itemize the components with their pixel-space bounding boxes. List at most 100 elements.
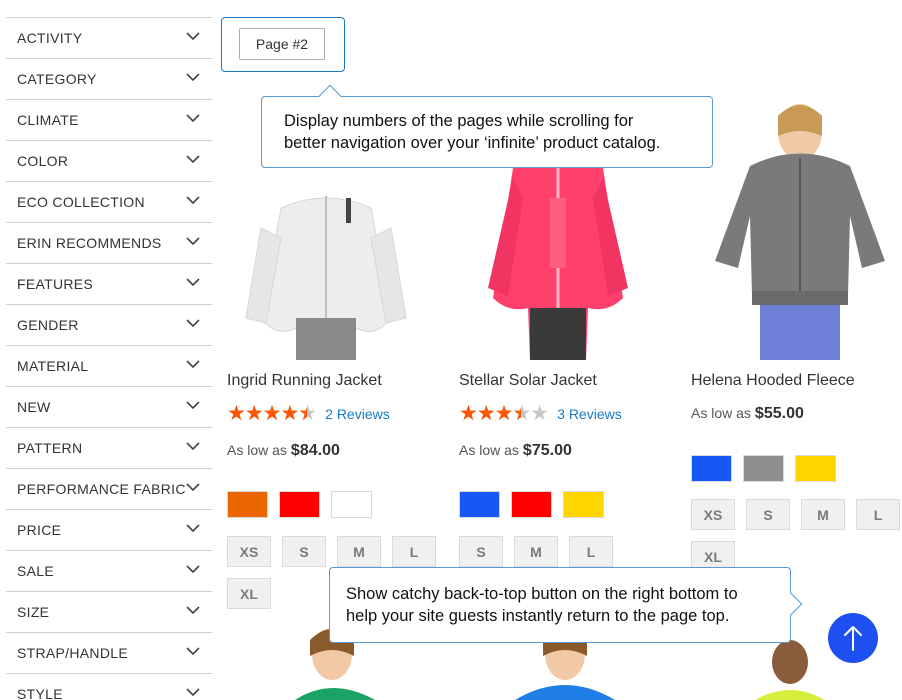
color-swatch[interactable] — [563, 491, 604, 518]
filter-gender[interactable]: GENDER — [6, 304, 212, 345]
color-swatches — [227, 491, 372, 518]
filter-label: ECO COLLECTION — [17, 194, 145, 210]
reviews-link[interactable]: 2 Reviews — [325, 406, 390, 422]
filter-label: SALE — [17, 563, 54, 579]
page-number-marker: Page #2 — [221, 17, 345, 72]
product-name[interactable]: Stellar Solar Jacket — [459, 372, 597, 390]
tooltip-line: Show catchy back-to-top button on the ri… — [346, 585, 738, 603]
size-option[interactable]: M — [514, 536, 558, 567]
filter-label: NEW — [17, 399, 51, 415]
filter-performance-fabric[interactable]: PERFORMANCE FABRIC — [6, 468, 212, 509]
chevron-down-icon — [186, 155, 200, 165]
filter-features[interactable]: FEATURES — [6, 263, 212, 304]
price-prefix: As low as — [227, 442, 287, 458]
product-image-row3-3[interactable] — [750, 640, 830, 700]
chevron-down-icon — [186, 524, 200, 534]
filter-sale[interactable]: SALE — [6, 550, 212, 591]
chevron-down-icon — [186, 483, 200, 493]
rating-fill: ★★★★★ — [227, 403, 307, 424]
color-swatch[interactable] — [227, 491, 268, 518]
chevron-down-icon — [186, 32, 200, 42]
filter-label: PATTERN — [17, 440, 83, 456]
product-image-stellar-solar-jacket[interactable] — [458, 168, 658, 360]
color-swatch[interactable] — [331, 491, 372, 518]
filter-sidebar: ACTIVITY CATEGORY CLIMATE COLOR ECO COLLECTI… — [6, 17, 212, 700]
color-swatches — [459, 491, 604, 518]
filter-label: COLOR — [17, 153, 69, 169]
chevron-down-icon — [186, 688, 200, 698]
chevron-down-icon — [186, 360, 200, 370]
size-option[interactable]: XS — [227, 536, 271, 567]
filter-erin-recommends[interactable]: ERIN RECOMMENDS — [6, 222, 212, 263]
filter-label: CLIMATE — [17, 112, 79, 128]
filter-style[interactable]: STYLE — [6, 673, 212, 700]
price-value: $55.00 — [754, 405, 804, 422]
chevron-down-icon — [186, 442, 200, 452]
product-image-ingrid-running-jacket[interactable] — [226, 168, 426, 360]
filter-eco-collection[interactable]: ECO COLLECTION — [6, 181, 212, 222]
tooltip-line: better navigation over your ‘infinite’ p… — [284, 134, 661, 152]
filter-label: PERFORMANCE FABRIC — [17, 481, 186, 497]
size-option[interactable]: M — [801, 499, 845, 530]
chevron-down-icon — [186, 237, 200, 247]
size-option[interactable]: XS — [691, 499, 735, 530]
product-price: As low as $75.00 — [459, 442, 572, 460]
product-rating: ★★★★★★★★★★ 2 Reviews — [227, 403, 390, 424]
size-option[interactable]: S — [282, 536, 326, 567]
page-numbers-tooltip: Display numbers of the pages while scrol… — [261, 84, 713, 168]
price-prefix: As low as — [691, 405, 751, 421]
filter-color[interactable]: COLOR — [6, 140, 212, 181]
filter-category[interactable]: CATEGORY — [6, 58, 212, 99]
filter-label: ERIN RECOMMENDS — [17, 235, 162, 251]
filter-label: ACTIVITY — [17, 30, 83, 46]
filter-new[interactable]: NEW — [6, 386, 212, 427]
product-rating: ★★★★★★★★★★ 3 Reviews — [459, 403, 622, 424]
filter-size[interactable]: SIZE — [6, 591, 212, 632]
filter-label: FEATURES — [17, 276, 94, 292]
color-swatches — [691, 455, 836, 482]
reviews-link[interactable]: 3 Reviews — [557, 406, 622, 422]
color-swatch[interactable] — [279, 491, 320, 518]
price-prefix: As low as — [459, 442, 519, 458]
price-value: $84.00 — [290, 442, 340, 459]
color-swatch[interactable] — [459, 491, 500, 518]
chevron-down-icon — [186, 114, 200, 124]
product-image-helena-hooded-fleece[interactable] — [690, 96, 900, 360]
size-option[interactable]: S — [746, 499, 790, 530]
tooltip-line: Display numbers of the pages while scrol… — [284, 112, 634, 130]
chevron-down-icon — [186, 196, 200, 206]
filter-label: STYLE — [17, 686, 63, 700]
color-swatch[interactable] — [795, 455, 836, 482]
filter-material[interactable]: MATERIAL — [6, 345, 212, 386]
size-option[interactable]: XL — [227, 578, 271, 609]
page-number-label: Page #2 — [239, 28, 325, 60]
product-name[interactable]: Ingrid Running Jacket — [227, 372, 382, 390]
chevron-down-icon — [186, 73, 200, 83]
size-option[interactable]: L — [392, 536, 436, 567]
filter-price[interactable]: PRICE — [6, 509, 212, 550]
size-option[interactable]: L — [569, 536, 613, 567]
filter-activity[interactable]: ACTIVITY — [6, 17, 212, 58]
star-icon: ★★★★★★★★★★ — [227, 402, 317, 425]
back-to-top-tooltip: Show catchy back-to-top button on the ri… — [329, 567, 803, 643]
chevron-down-icon — [186, 647, 200, 657]
color-swatch[interactable] — [511, 491, 552, 518]
filter-label: STRAP/HANDLE — [17, 645, 128, 661]
filter-label: CATEGORY — [17, 71, 97, 87]
size-option[interactable]: L — [856, 499, 900, 530]
size-option[interactable]: M — [337, 536, 381, 567]
product-price: As low as $84.00 — [227, 442, 340, 460]
star-icon: ★★★★★★★★★★ — [459, 402, 549, 425]
rating-fill: ★★★★★ — [459, 403, 521, 424]
product-name[interactable]: Helena Hooded Fleece — [691, 372, 855, 390]
color-swatch[interactable] — [743, 455, 784, 482]
chevron-down-icon — [186, 401, 200, 411]
back-to-top-button[interactable] — [828, 613, 878, 663]
filter-strap-handle[interactable]: STRAP/HANDLE — [6, 632, 212, 673]
filter-pattern[interactable]: PATTERN — [6, 427, 212, 468]
price-value: $75.00 — [522, 442, 572, 459]
filter-label: MATERIAL — [17, 358, 89, 374]
size-option[interactable]: S — [459, 536, 503, 567]
filter-climate[interactable]: CLIMATE — [6, 99, 212, 140]
color-swatch[interactable] — [691, 455, 732, 482]
